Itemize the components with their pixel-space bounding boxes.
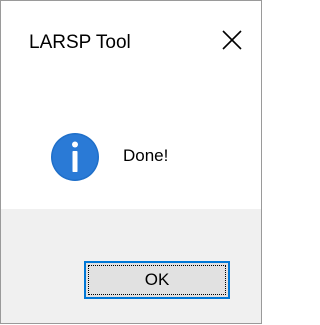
info-icon xyxy=(51,133,99,181)
close-button[interactable] xyxy=(215,23,249,57)
button-bar: OK xyxy=(1,209,261,323)
window-title: LARSP Tool xyxy=(29,32,131,53)
ok-button[interactable]: OK xyxy=(84,261,230,299)
message-area: Done! xyxy=(1,85,261,209)
close-icon xyxy=(222,30,242,50)
message-dialog: LARSP Tool Done! OK xyxy=(0,0,262,324)
message-text: Done! xyxy=(123,146,169,165)
title-bar: LARSP Tool xyxy=(1,1,261,85)
ok-button-label: OK xyxy=(144,270,170,289)
